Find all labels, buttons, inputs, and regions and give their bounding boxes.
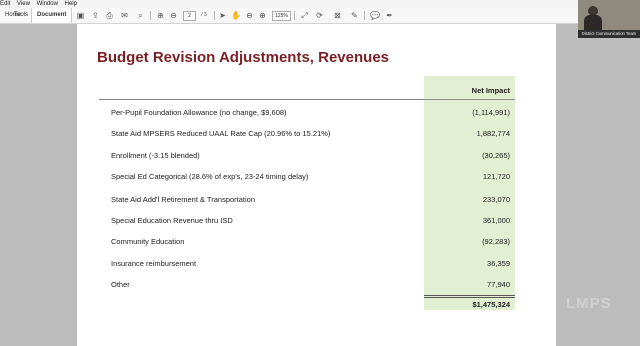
row-label: Per-Pupil Foundation Allowance (no chang…	[111, 108, 287, 117]
row-label: Insurance reimbursement	[111, 259, 197, 268]
row-value: 121,720	[482, 172, 510, 181]
pdf-page: Budget Revision Adjustments, Revenues Ne…	[77, 24, 556, 346]
row-value: 77,940	[487, 280, 510, 289]
page-number-input[interactable]: 2	[183, 11, 196, 21]
table-row: Per-Pupil Foundation Allowance (no chang…	[77, 108, 556, 120]
speaker-body	[584, 15, 602, 31]
table-row: State Aid MPSERS Reduced UAAL Rate Cap (…	[77, 129, 556, 141]
table-row: Insurance reimbursement 36,359	[77, 259, 556, 271]
row-value: (92,283)	[482, 237, 510, 246]
toolbar-separator	[364, 11, 365, 20]
toolbar: Home Tools Document ▣ ⇪ ⎙ ✉ ⌕ ⊕ ⊖ 2 / 3 …	[0, 8, 640, 24]
total-divider	[424, 295, 515, 296]
menu-view[interactable]: View	[17, 0, 30, 8]
tab-document[interactable]: Document	[31, 8, 73, 23]
pen-icon[interactable]: ✒	[385, 11, 394, 20]
row-value: 361,000	[482, 216, 510, 225]
row-label: Special Education Revenue thru ISD	[111, 216, 233, 225]
search-icon[interactable]: ⌕	[136, 11, 145, 20]
hand-icon[interactable]: ✋	[231, 11, 241, 20]
table-row: Special Ed Categorical (28.6% of exp's, …	[77, 172, 556, 184]
print-icon[interactable]: ⎙	[105, 11, 114, 20]
fill-sign-icon[interactable]: ✎	[350, 11, 359, 20]
zoom-select[interactable]: 125%	[272, 11, 291, 21]
row-label: State Aid Add'l Retirement & Transportat…	[111, 195, 256, 204]
tab-tools[interactable]: Tools	[9, 8, 33, 23]
table-row: State Aid Add'l Retirement & Transportat…	[77, 195, 556, 207]
page-down-icon[interactable]: ⊖	[169, 11, 178, 20]
upload-icon[interactable]: ⇪	[91, 11, 100, 20]
watermark-logo: LMPS	[566, 295, 612, 312]
row-label: Community Education	[111, 237, 185, 246]
zoom-out-icon[interactable]: ⊖	[245, 11, 254, 20]
mail-icon[interactable]: ✉	[120, 11, 129, 20]
row-label: Enrollment (-3.15 blended)	[111, 151, 200, 160]
row-label: Other	[111, 280, 130, 289]
row-value: 1,882,774	[476, 129, 510, 138]
row-label: State Aid MPSERS Reduced UAAL Rate Cap (…	[111, 129, 331, 138]
zoom-in-icon[interactable]: ⊕	[258, 11, 267, 20]
video-thumbnail[interactable]: District Communication Team	[578, 0, 640, 38]
toolbar-separator	[214, 11, 215, 20]
table-row: Community Education (92,283)	[77, 237, 556, 249]
toolbar-separator	[150, 11, 151, 20]
crop-icon[interactable]: ⊠	[333, 11, 342, 20]
save-icon[interactable]: ▣	[76, 11, 85, 20]
total-divider-double	[424, 297, 515, 298]
rotate-icon[interactable]: ⟳	[315, 11, 324, 20]
table-row: Enrollment (-3.15 blended) (30,265)	[77, 151, 556, 163]
slide-title: Budget Revision Adjustments, Revenues	[97, 49, 390, 66]
fit-page-icon[interactable]: ⤢	[300, 11, 309, 20]
menu-bar: Edit View Window Help	[0, 0, 640, 8]
table-row: Other 77,940	[77, 280, 556, 292]
row-value: 233,070	[482, 195, 510, 204]
page-up-icon[interactable]: ⊕	[156, 11, 165, 20]
video-caption: District Communication Team	[578, 30, 640, 38]
header-divider	[99, 99, 515, 100]
comment-icon[interactable]: 💬	[370, 11, 380, 20]
toolbar-separator	[294, 11, 295, 20]
table-row: Special Education Revenue thru ISD 361,0…	[77, 216, 556, 228]
row-value: (30,265)	[482, 151, 510, 160]
row-value: 36,359	[487, 259, 510, 268]
net-impact-header: Net Impact	[471, 86, 510, 95]
total-net-impact: $1,475,324	[472, 300, 510, 309]
row-label: Special Ed Categorical (28.6% of exp's, …	[111, 172, 309, 181]
menu-edit[interactable]: Edit	[0, 0, 10, 8]
menu-help[interactable]: Help	[65, 0, 77, 8]
select-cursor-icon[interactable]: ➤	[218, 11, 227, 20]
menu-window[interactable]: Window	[37, 0, 58, 8]
row-value: (1,114,991)	[472, 108, 510, 117]
page-total: / 3	[201, 12, 207, 18]
